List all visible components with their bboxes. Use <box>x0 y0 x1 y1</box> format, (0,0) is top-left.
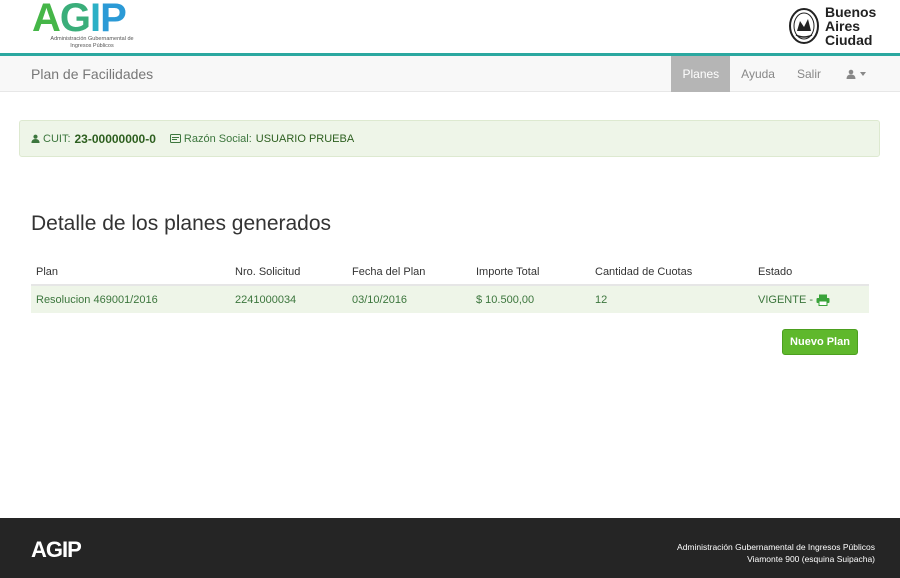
ba-line-3: Ciudad <box>825 32 873 48</box>
ba-line-2: Aires <box>825 18 861 34</box>
column-header-cuotas: Cantidad de Cuotas <box>590 259 753 286</box>
buenos-aires-text: Buenos Aires Ciudad <box>825 5 876 47</box>
chevron-down-icon <box>860 72 866 76</box>
table-row[interactable]: Resolucion 469001/2016 2241000034 03/10/… <box>31 285 869 313</box>
cell-estado: VIGENTE - <box>753 285 869 313</box>
nav-item-salir[interactable]: Salir <box>786 56 832 92</box>
cell-nro-solicitud: 2241000034 <box>230 285 347 313</box>
footer-line-2: Viamonte 900 (esquina Suipacha) <box>747 554 875 564</box>
cell-importe: $ 10.500,00 <box>471 285 590 313</box>
footer-line-1: Administración Gubernamental de Ingresos… <box>677 542 875 552</box>
cell-fecha: 03/10/2016 <box>347 285 471 313</box>
new-plan-button[interactable]: Nuevo Plan <box>782 329 858 355</box>
razon-social-value: USUARIO PRUEBA <box>255 132 355 145</box>
cuit-label: CUIT: <box>43 132 71 145</box>
page-title: Detalle de los planes generados <box>31 212 332 235</box>
agip-logo-word: AGIP <box>32 0 127 40</box>
nav-item-ayuda[interactable]: Ayuda <box>730 56 786 92</box>
taxpayer-info-bar: CUIT: 23-00000000-0 Razón Social: USUARI… <box>19 120 880 157</box>
navbar: Plan de Facilidades Planes Ayuda Salir <box>0 56 900 92</box>
column-header-estado: Estado <box>753 259 869 286</box>
column-header-importe: Importe Total <box>471 259 590 286</box>
city-seal-icon <box>789 8 819 44</box>
user-icon <box>846 69 856 79</box>
agip-logo[interactable]: AGIP Administración Gubernamental de Ing… <box>32 0 142 54</box>
razon-social-label: Razón Social: <box>183 132 252 145</box>
cell-plan: Resolucion 469001/2016 <box>31 285 230 313</box>
navbar-brand[interactable]: Plan de Facilidades <box>31 66 153 82</box>
nav-menu: Planes Ayuda Salir <box>671 56 880 92</box>
column-header-plan: Plan <box>31 259 230 286</box>
column-header-fecha: Fecha del Plan <box>347 259 471 286</box>
footer-agip-logo[interactable]: AGIP <box>31 537 82 563</box>
footer-address: Administración Gubernamental de Ingresos… <box>677 541 875 565</box>
user-icon <box>31 134 40 143</box>
cell-cuotas: 12 <box>590 285 753 313</box>
nav-item-planes[interactable]: Planes <box>671 56 731 92</box>
user-menu-dropdown[interactable] <box>832 56 880 92</box>
footer: AGIP Administración Gubernamental de Ing… <box>0 518 900 578</box>
table-header-row: Plan Nro. Solicitud Fecha del Plan Impor… <box>31 259 869 286</box>
top-banner: AGIP Administración Gubernamental de Ing… <box>0 0 900 55</box>
buenos-aires-logo[interactable]: Buenos Aires Ciudad <box>788 5 878 49</box>
ba-line-1: Buenos <box>825 4 877 20</box>
agip-logo-subtitle: Administración Gubernamental de Ingresos… <box>50 36 134 49</box>
estado-value: VIGENTE - <box>758 293 814 306</box>
cuit-value: 23-00000000-0 <box>74 131 156 146</box>
plans-table: Plan Nro. Solicitud Fecha del Plan Impor… <box>31 259 869 313</box>
print-icon[interactable] <box>816 294 830 306</box>
id-card-icon <box>169 134 181 143</box>
column-header-nro-solicitud: Nro. Solicitud <box>230 259 347 286</box>
